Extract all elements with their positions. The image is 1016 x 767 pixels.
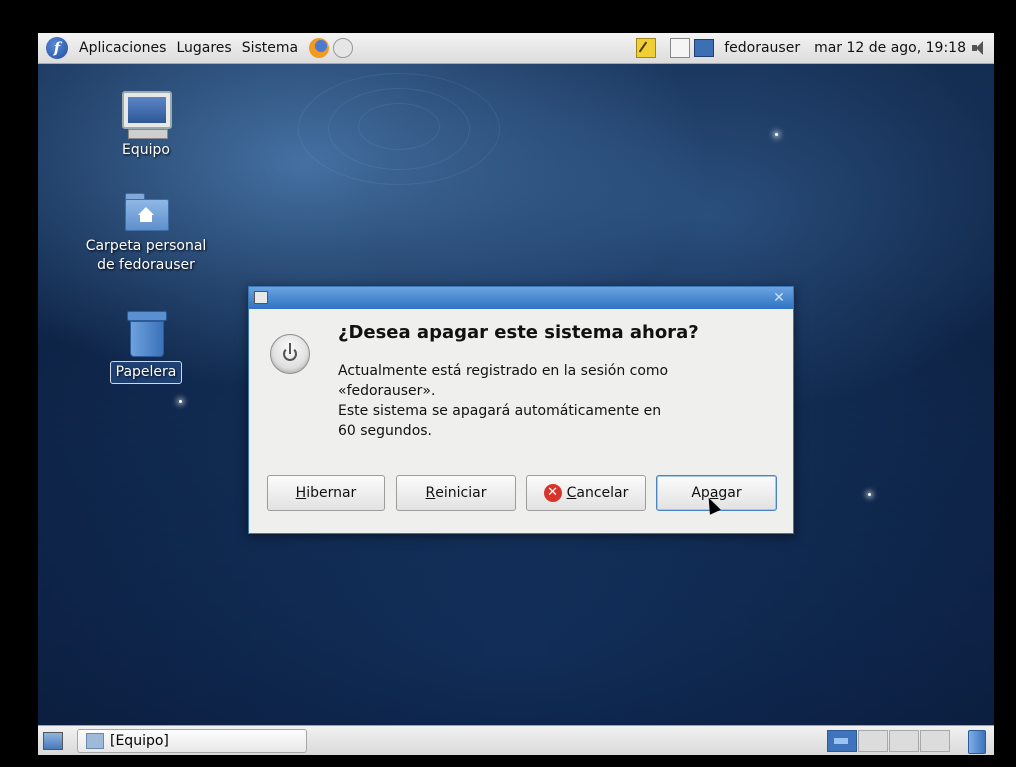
top-panel: f Aplicaciones Lugares Sistema fedorause… <box>38 33 994 64</box>
workspace-3[interactable] <box>889 730 919 752</box>
dialog-message: Actualmente está registrado en la sesión… <box>338 361 758 441</box>
desktop-icon-label: de fedorauser <box>97 257 195 273</box>
bottom-panel: [Equipo] <box>38 725 994 755</box>
window-menu-icon[interactable] <box>254 291 268 304</box>
workspace-4[interactable] <box>920 730 950 752</box>
wallpaper-star <box>868 493 871 496</box>
dialog-message-line: Este sistema se apagará automáticamente … <box>338 403 662 419</box>
desktop-icon-label: Carpeta personal <box>85 238 207 254</box>
menu-lugares[interactable]: Lugares <box>171 40 236 56</box>
firefox-icon[interactable] <box>309 38 330 58</box>
close-icon[interactable]: ✕ <box>771 290 787 306</box>
power-icon <box>270 334 310 374</box>
button-label: einiciar <box>435 485 487 501</box>
dialog-message-line: 60 segundos. <box>338 423 433 439</box>
desktop-icon-label: Papelera <box>109 361 183 384</box>
desktop-icon-papelera[interactable]: Papelera <box>76 311 216 384</box>
volume-icon[interactable] <box>972 40 988 56</box>
workspace-1[interactable] <box>827 730 857 752</box>
dialog-titlebar[interactable]: ✕ <box>249 287 793 309</box>
dialog-title: ¿Desea apagar este sistema ahora? <box>338 322 699 343</box>
trash-icon <box>127 311 167 357</box>
cancel-button[interactable]: ✕ Cancelar <box>526 475 646 511</box>
workspace-2[interactable] <box>858 730 888 752</box>
network-icon[interactable] <box>694 39 715 57</box>
trash-applet-icon[interactable] <box>968 730 986 754</box>
window-icon <box>86 733 104 749</box>
cancel-icon: ✕ <box>543 484 562 502</box>
button-mnemonic: R <box>425 485 436 501</box>
desktop-screen: f Aplicaciones Lugares Sistema fedorause… <box>38 33 994 755</box>
button-label: gar <box>718 485 742 501</box>
computer-icon <box>120 91 172 139</box>
desktop-icon-label: Equipo <box>122 142 170 158</box>
shutdown-dialog: ✕ ¿Desea apagar este sistema ahora? Actu… <box>248 286 794 534</box>
button-label: ibernar <box>306 485 357 501</box>
restart-button[interactable]: Reiniciar <box>396 475 516 511</box>
dialog-message-line: Actualmente está registrado en la sesión… <box>338 363 669 379</box>
button-mnemonic: H <box>295 485 307 501</box>
show-desktop-icon[interactable] <box>43 732 63 750</box>
home-folder-icon <box>125 193 169 231</box>
dialog-message-line: «fedorauser». <box>338 383 436 399</box>
desktop-icon-equipo[interactable]: Equipo <box>76 91 216 160</box>
fedora-logo-icon[interactable]: f <box>46 37 68 59</box>
wallpaper-swirl <box>358 103 440 150</box>
desktop-icon-home-folder[interactable]: Carpeta personal de fedorauser <box>76 193 216 275</box>
mail-icon[interactable] <box>333 38 354 58</box>
wallpaper-star <box>179 400 182 403</box>
taskbar-item-equipo[interactable]: [Equipo] <box>77 729 307 753</box>
workspace-switcher <box>826 730 950 752</box>
button-label: ancelar <box>576 485 629 501</box>
user-switcher[interactable]: fedorauser <box>724 40 800 56</box>
taskbar-item-label: [Equipo] <box>110 733 169 749</box>
clipboard-icon[interactable] <box>670 38 691 58</box>
wallpaper-star <box>775 133 778 136</box>
menu-sistema[interactable]: Sistema <box>237 40 303 56</box>
clock[interactable]: mar 12 de ago, 19:18 <box>814 40 966 56</box>
hibernate-button[interactable]: Hibernar <box>267 475 385 511</box>
notes-icon[interactable] <box>636 38 657 58</box>
button-mnemonic: C <box>566 485 577 501</box>
menu-aplicaciones[interactable]: Aplicaciones <box>74 40 171 56</box>
